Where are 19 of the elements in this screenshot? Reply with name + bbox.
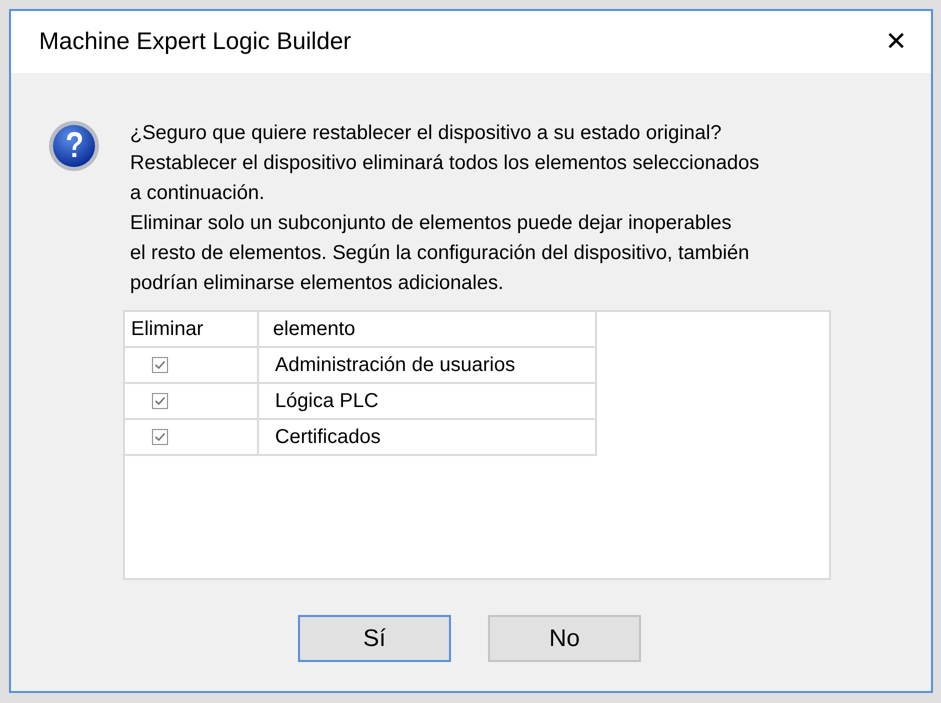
close-button[interactable]: ✕	[879, 27, 913, 57]
window-title: Machine Expert Logic Builder	[39, 28, 352, 56]
table-cell: Administración de usuarios	[258, 347, 596, 383]
message-text: a continuación.	[130, 181, 266, 206]
table-cell: Certificados	[258, 419, 596, 455]
message-text: el resto de elementos. Según la configuración del dispositivo, también	[130, 241, 750, 266]
message-text: podrían eliminarse elementos adicionales.	[130, 271, 505, 296]
message-text: ¿Seguro que quiere restablecer el dispositivo a su estado original?	[130, 121, 722, 146]
checkbox[interactable]	[151, 392, 169, 410]
question-icon	[47, 119, 101, 173]
message-text: Eliminar solo un subconjunto de elementos puede dejar inoperables	[130, 211, 733, 236]
dialog-button[interactable]: No	[488, 615, 641, 662]
table-cell: Lógica PLC	[258, 383, 596, 419]
checkbox[interactable]	[151, 428, 169, 446]
checkbox[interactable]	[151, 356, 169, 374]
column-header: Eliminar	[125, 312, 258, 347]
dialog-button[interactable]: Sí	[298, 615, 451, 662]
column-header: elemento	[258, 312, 596, 347]
message-text: Restablecer el dispositivo eliminará todos los elementos seleccionados	[130, 151, 760, 176]
